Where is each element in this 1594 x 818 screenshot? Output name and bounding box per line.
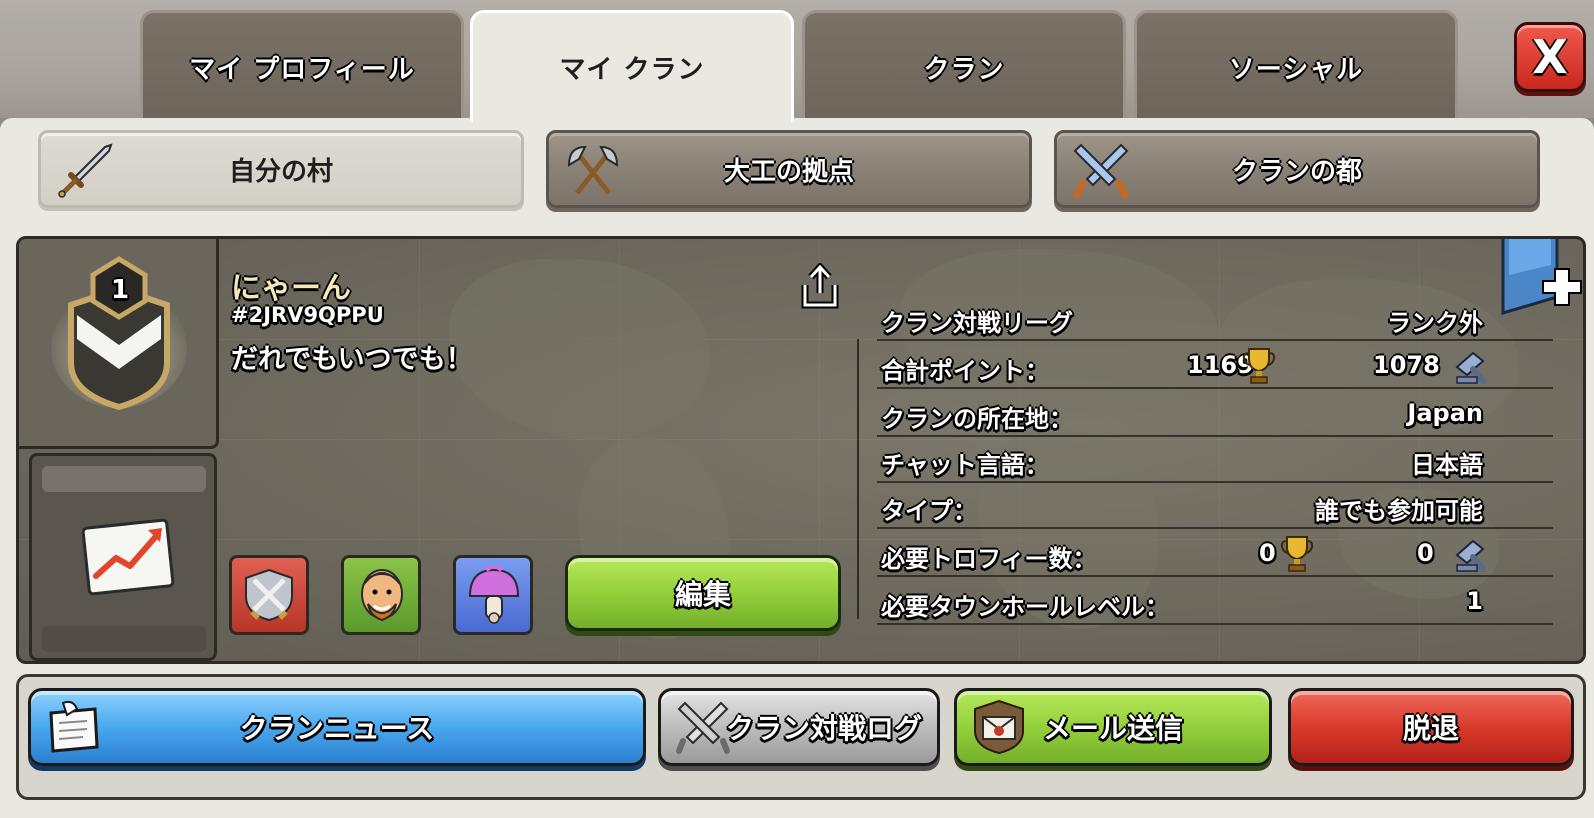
tab-my-clan[interactable]: マイ クラン <box>470 10 794 122</box>
tab-clan[interactable]: クラン <box>802 10 1126 122</box>
axes-icon <box>567 145 619 195</box>
stat-label: 必要トロフィー数： <box>881 545 1097 573</box>
share-icon[interactable] <box>799 263 841 309</box>
clan-info-panel: 1 にゃーん #2JRV9QPPU だれでもいつでも！ クラン対戦リーグ ランク… <box>16 236 1586 664</box>
leave-label: 脱退 <box>1402 712 1459 745</box>
stat-value: Japan <box>1407 399 1483 427</box>
note-icon <box>49 700 99 753</box>
stat-label: 必要タウンホールレベル： <box>881 593 1169 621</box>
clan-news-button[interactable]: クランニュース <box>28 688 646 766</box>
builder-hammer-icon <box>1455 351 1486 384</box>
stat-row-total-points: 合計ポイント： 1169 1078 <box>877 343 1553 389</box>
stat-row-chat-language: チャット言語： 日本語 <box>877 437 1553 483</box>
stat-row-type: タイプ： 誰でも参加可能 <box>877 483 1553 529</box>
perk-barbarian[interactable] <box>341 555 421 635</box>
crossed-swords-icon <box>1073 143 1129 199</box>
stat-row-required-trophies: 必要トロフィー数： 0 0 <box>877 531 1553 577</box>
stat-value-builder: 1078 <box>1373 351 1440 379</box>
clan-badge-area: 1 <box>19 239 219 449</box>
stat-label: クラン対戦リーグ <box>881 309 1073 337</box>
map-continent <box>449 259 709 439</box>
trophy-icon <box>1242 348 1276 384</box>
close-icon: X <box>1532 30 1568 84</box>
stats-chart-icon <box>82 518 174 596</box>
stat-value-builder: 0 <box>1417 539 1434 567</box>
subtab-label: クランの都 <box>1231 156 1362 187</box>
stat-label: チャット言語： <box>881 451 1049 479</box>
edit-button[interactable]: 編集 <box>565 555 841 631</box>
sword-icon <box>58 143 113 198</box>
edit-label: 編集 <box>674 578 731 611</box>
crossed-swords-icon <box>676 701 730 754</box>
stat-value: ランク外 <box>1387 309 1483 337</box>
stat-value: 誰でも参加可能 <box>1315 497 1483 525</box>
stat-value: 日本語 <box>1411 451 1483 479</box>
tab-social[interactable]: ソーシャル <box>1134 10 1458 122</box>
barbarian-perk-icon <box>361 569 403 622</box>
clan-level: 1 <box>111 275 130 305</box>
clan-name: にゃーん <box>231 271 351 306</box>
war-log-button[interactable]: クラン対戦ログ <box>658 688 940 766</box>
stat-label: タイプ： <box>881 497 977 525</box>
tab-label: マイ クラン <box>559 55 705 85</box>
mushroom-perk-icon <box>468 566 520 624</box>
sidebox-header <box>42 466 206 492</box>
tab-label: クラン <box>923 55 1005 85</box>
stat-value: 1 <box>1466 587 1483 615</box>
clan-stats-sidebox[interactable] <box>29 453 217 661</box>
mail-icon <box>974 699 1024 755</box>
stats-divider <box>857 339 859 619</box>
war-perk-icon <box>245 568 293 622</box>
subtab-label: 大工の拠点 <box>723 156 854 187</box>
stat-value-home: 0 <box>1259 539 1276 567</box>
tab-label: マイ プロフィール <box>189 55 415 85</box>
trophy-icon <box>1280 536 1314 572</box>
perk-war[interactable] <box>229 555 309 635</box>
clan-news-label: クランニュース <box>239 712 435 745</box>
stat-label: クランの所在地： <box>881 405 1073 433</box>
stat-row-required-townhall: 必要タウンホールレベル： 1 <box>877 579 1553 625</box>
close-button[interactable]: X <box>1514 22 1586 92</box>
war-log-label: クラン対戦ログ <box>725 712 922 745</box>
leave-clan-button[interactable]: 脱退 <box>1288 688 1574 766</box>
subtab-builder-base[interactable]: 大工の拠点 <box>546 130 1032 208</box>
subtab-label: 自分の村 <box>228 156 333 187</box>
subtab-home-village[interactable]: 自分の村 <box>38 130 524 208</box>
builder-hammer-icon <box>1455 539 1486 572</box>
tab-label: ソーシャル <box>1228 55 1364 85</box>
subtab-clan-capital[interactable]: クランの都 <box>1054 130 1540 208</box>
sidebox-footer <box>42 626 206 652</box>
stat-row-location: クランの所在地： Japan <box>877 391 1553 437</box>
tab-my-profile[interactable]: マイ プロフィール <box>140 10 464 122</box>
perk-mushroom[interactable] <box>453 555 533 635</box>
send-mail-button[interactable]: メール送信 <box>954 688 1272 766</box>
stat-row-war-league: クラン対戦リーグ ランク外 <box>877 295 1553 341</box>
stat-label: 合計ポイント： <box>881 357 1049 385</box>
clan-description: だれでもいつでも！ <box>231 344 473 375</box>
send-mail-label: メール送信 <box>1042 712 1183 745</box>
clan-tag: #2JRV9QPPU <box>231 303 384 327</box>
